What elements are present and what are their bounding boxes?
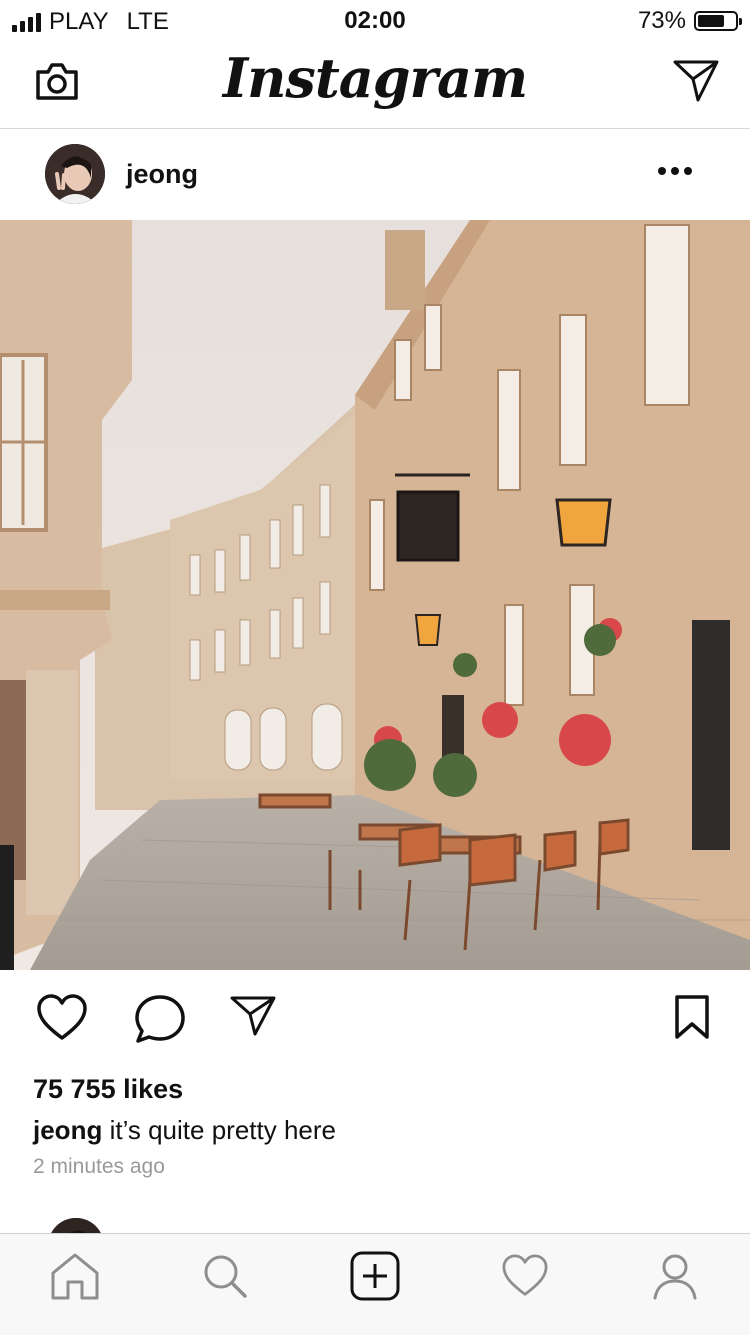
activity-icon[interactable] bbox=[497, 1248, 553, 1304]
avatar[interactable] bbox=[45, 144, 105, 204]
status-right: 73% bbox=[637, 7, 742, 35]
direct-message-icon[interactable] bbox=[672, 58, 720, 104]
heart-icon[interactable] bbox=[36, 994, 88, 1047]
add-post-icon[interactable] bbox=[347, 1248, 403, 1304]
caption-username[interactable]: jeong bbox=[33, 1115, 102, 1145]
post-photo[interactable] bbox=[0, 220, 750, 970]
likes-count[interactable]: 75 755 likes bbox=[33, 1074, 183, 1105]
profile-icon[interactable] bbox=[647, 1248, 703, 1304]
share-icon[interactable] bbox=[230, 994, 276, 1043]
search-icon[interactable] bbox=[197, 1248, 253, 1304]
comment-icon[interactable] bbox=[134, 994, 186, 1049]
top-nav-bar: Instagram bbox=[0, 40, 750, 129]
instagram-logo: Instagram bbox=[222, 46, 528, 110]
more-options-icon[interactable] bbox=[658, 167, 692, 175]
post-username[interactable]: jeong bbox=[126, 159, 198, 190]
home-icon[interactable] bbox=[47, 1248, 103, 1304]
battery-percent: 73% bbox=[637, 7, 686, 34]
battery-icon bbox=[694, 11, 742, 31]
bookmark-icon[interactable] bbox=[674, 994, 710, 1045]
status-bar: PLAY LTE 02:00 73% bbox=[0, 0, 750, 40]
post-header: jeong bbox=[0, 129, 750, 220]
post-timestamp: 2 minutes ago bbox=[33, 1155, 165, 1178]
battery-fill bbox=[698, 15, 724, 27]
caption-text: it’s quite pretty here bbox=[102, 1115, 336, 1145]
post-actions bbox=[0, 970, 750, 1070]
bottom-tab-bar bbox=[0, 1233, 750, 1335]
caption: jeong it’s quite pretty here bbox=[33, 1115, 336, 1146]
